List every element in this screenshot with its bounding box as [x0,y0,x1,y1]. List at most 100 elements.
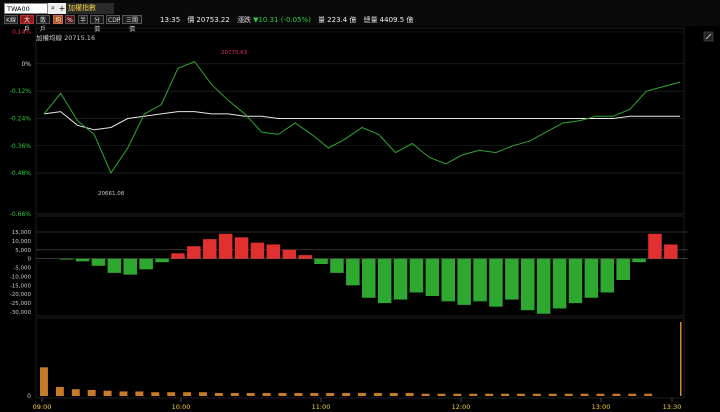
volume-bar [532,393,541,396]
symbol-input[interactable]: TWA00 [4,3,48,14]
add-icon[interactable]: + [58,3,66,14]
histogram-bar [298,255,312,259]
histogram-bar [75,258,90,262]
three-levels-button[interactable]: 三關價 [122,15,142,33]
volume-bar [485,393,494,396]
histogram-axis-label: 5,000 [15,248,31,254]
volume-bar [564,393,573,396]
big-trader-button[interactable]: 大戶 [20,15,34,33]
time-axis-label: 13:30 [663,403,682,411]
volume-bar [326,392,335,396]
price-axis-label: -0.36% [10,143,32,150]
volume-bar [214,392,223,396]
cdp-button[interactable]: CDP [106,15,120,24]
price-axis-label: 0% [21,61,31,68]
percent-button[interactable]: % [65,15,75,24]
histogram-axis-label: -10,000 [10,274,32,280]
histogram-bar [123,258,138,275]
volume-bar [358,392,366,396]
histogram-bar [441,258,456,302]
volume-bar [580,393,589,396]
edit-icon[interactable] [703,31,714,42]
histogram-bar [664,244,678,259]
volume-panel-frame [35,317,685,399]
quote-bar: 13:35 價 20753.22 漲跌 ▼10.31 (-0.05%) 量 223.4… [160,14,418,26]
volume-bar [373,392,382,396]
histogram-axis-label: 15,000 [12,230,32,236]
histogram-bar [314,258,328,264]
histogram-bar [489,258,503,307]
histogram-bar [536,258,551,314]
histogram-bar [218,233,233,259]
histogram-bar [521,258,535,311]
total-volume-label: 總量 [363,16,378,24]
search-icon[interactable]: ⌕ [48,3,58,14]
volume-bar [199,392,207,396]
histogram-bar [616,258,630,280]
volume-bar [135,391,144,396]
histogram-bar [377,258,392,304]
change-label: 漲跌 [237,16,252,24]
volume-bar [183,392,192,396]
volume-bar [40,367,48,396]
time-axis-label: 13:00 [592,403,611,411]
volume-bar [151,392,160,396]
price-distribution-button[interactable]: 分價 [90,15,104,33]
histogram-bar [505,258,519,300]
histogram-axis-label: -20,000 [10,292,32,298]
histogram-bar [171,253,185,259]
volume-bar [612,393,621,396]
histogram-bar [632,258,646,263]
kline-button[interactable]: K線 [4,15,18,24]
volume-bar [421,393,430,396]
high-annotation: 20775.63 [221,50,248,56]
volume-bar [628,393,637,396]
histogram-bar [584,258,599,298]
histogram-bar [203,239,217,259]
histogram-bar [362,258,376,298]
histogram-bar [266,244,281,259]
histogram-bar [250,242,265,259]
histogram-bar [425,258,440,296]
volume-bar [119,391,128,396]
price-panel-frame [35,27,685,215]
volume-bar [501,393,510,396]
retail-button[interactable]: 散戶 [36,15,50,33]
histogram-axis-label: -15,000 [10,283,32,289]
histogram-bar [107,258,122,273]
price-value: 20753.22 [196,16,230,24]
time-axis-label: 11:00 [312,403,331,411]
volume-bar [517,393,525,396]
axis-labels: 0.14% 0% -0.12% -0.24% -0.36% -0.48% -0.66% 15,… [10,29,682,411]
histogram-bar [139,258,153,270]
quote-time: 13:35 [160,16,181,24]
chart-grid [35,27,688,402]
toolbar: TWA00 ⌕ + 加權指數 K線 大戶 散戶 均 % 半 分價 CDP 三關價… [0,0,720,33]
half-button[interactable]: 半 [78,15,88,24]
volume-bar [55,386,64,396]
volume-bar [262,392,271,396]
volume-bar [548,393,557,396]
volume-value: 223.4 億 [327,16,357,24]
histogram-bar [155,258,169,263]
volume-bar [246,392,255,396]
histogram-bar [409,258,424,293]
volume-bar [596,393,605,396]
time-axis-label: 09:00 [33,403,52,411]
volume-bar [167,392,176,396]
low-annotation: 20661.08 [98,191,125,197]
histogram-bars [59,233,678,314]
volume-bar [405,392,414,396]
histogram-axis-label: 0 [28,257,32,263]
histogram-bar [346,258,360,286]
volume-bar [294,392,303,396]
volume-bar [680,322,682,396]
volume-bar [230,392,239,396]
volume-bar [103,390,112,396]
price-label: 價 [187,16,195,24]
histogram-axis-label: -25,000 [10,301,32,307]
intraday-chart: 0.14% 0% -0.12% -0.24% -0.36% -0.48% -0.66% 15,… [10,27,714,411]
volume-bar [437,393,446,396]
histogram-bar [330,258,344,273]
average-button[interactable]: 均 [53,15,63,24]
